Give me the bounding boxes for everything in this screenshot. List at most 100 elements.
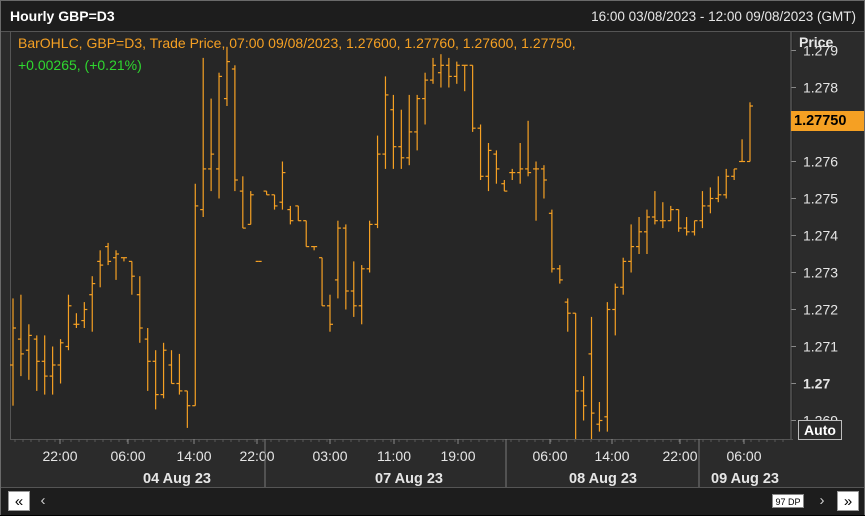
ohlc-bar <box>683 217 690 236</box>
ohlc-bar <box>287 205 294 225</box>
ohlc-bar <box>303 220 310 248</box>
price-chart[interactable]: 1.2791.2781.2771.2761.2751.2741.2731.272… <box>1 1 865 516</box>
ohlc-bar <box>715 176 722 203</box>
x-time-label: 03:00 <box>312 448 347 464</box>
ohlc-bar <box>271 194 278 210</box>
chart-window: Hourly GBP=D3 16:00 03/08/2023 - 12:00 0… <box>0 0 865 515</box>
ohlc-bar <box>231 65 238 192</box>
ohlc-bar <box>477 124 484 180</box>
ohlc-bar <box>675 209 682 232</box>
ohlc-bar <box>643 209 650 254</box>
ohlc-bar <box>731 168 738 180</box>
ohlc-bar <box>453 61 460 84</box>
legend-change: +0.00265, (+0.21%) <box>18 57 142 73</box>
x-date-label: 09 Aug 23 <box>711 471 779 487</box>
ohlc-bars <box>10 46 753 439</box>
right-chevron-icon[interactable]: › <box>811 491 833 511</box>
y-tick-label: 1.276 <box>803 154 838 170</box>
y-tick-label: 1.27 <box>803 376 830 392</box>
ohlc-bar <box>319 257 326 307</box>
ohlc-bar <box>517 143 524 184</box>
ohlc-bar <box>49 346 56 395</box>
ohlc-bar <box>398 109 405 169</box>
ohlc-bar <box>295 205 302 222</box>
ohlc-bar <box>485 143 492 192</box>
ohlc-bar <box>533 161 540 221</box>
ohlc-bar <box>358 265 365 325</box>
ohlc-bar <box>501 180 508 192</box>
x-time-label: 06:00 <box>532 448 567 464</box>
ohlc-bar <box>263 190 270 196</box>
x-time-label: 22:00 <box>239 448 274 464</box>
ohlc-bar <box>81 302 88 328</box>
ohlc-bar <box>223 46 230 106</box>
ohlc-bar <box>564 298 571 332</box>
ohlc-bar <box>604 302 611 432</box>
price-axis-title: Price <box>799 34 834 50</box>
x-date-label: 08 Aug 23 <box>569 471 637 487</box>
ohlc-bar <box>422 72 429 125</box>
x-time-label: 19:00 <box>440 448 475 464</box>
ohlc-bar <box>41 335 48 395</box>
ohlc-bar <box>414 94 421 151</box>
ohlc-bar <box>628 224 635 273</box>
ohlc-bar <box>342 224 349 310</box>
ohlc-bar <box>651 191 658 225</box>
ohlc-bar <box>279 161 286 210</box>
ohlc-bar <box>374 135 381 229</box>
ohlc-bar <box>97 250 104 288</box>
price-axis: 1.2791.2781.2771.2761.2751.2741.2731.272… <box>790 32 838 439</box>
ohlc-bar <box>160 342 167 399</box>
ohlc-bar <box>636 217 643 254</box>
ohlc-bar <box>73 313 80 328</box>
ohlc-bar <box>469 64 476 132</box>
ohlc-bar <box>437 54 444 88</box>
ohlc-bar <box>152 350 159 410</box>
auto-scale-button[interactable]: Auto <box>798 420 842 440</box>
x-time-label: 22:00 <box>662 448 697 464</box>
ohlc-bar <box>136 276 143 343</box>
y-tick-label: 1.272 <box>803 302 838 318</box>
ohlc-bar <box>509 168 516 180</box>
last-price-tag: 1.27750 <box>791 111 864 131</box>
ohlc-bar <box>747 102 753 163</box>
x-time-label: 14:00 <box>176 448 211 464</box>
ohlc-bar <box>334 220 341 299</box>
ohlc-bar <box>311 246 318 251</box>
ohlc-bar <box>89 276 96 332</box>
double-right-chevron-icon[interactable]: » <box>837 491 859 511</box>
left-chevron-icon[interactable]: ‹ <box>32 491 54 511</box>
ohlc-bar <box>247 191 254 225</box>
ohlc-bar <box>10 298 16 406</box>
ohlc-bar <box>430 57 437 84</box>
ohlc-bar <box>382 76 389 169</box>
ohlc-bar <box>580 376 587 421</box>
double-left-chevron-icon[interactable]: « <box>8 491 30 511</box>
x-date-label: 07 Aug 23 <box>375 471 443 487</box>
ohlc-bar <box>525 120 532 177</box>
x-time-label: 06:00 <box>726 448 761 464</box>
ohlc-bar <box>659 202 666 229</box>
ohlc-bar <box>33 335 40 391</box>
navigation-bar: « ‹ 97 DP › » <box>1 487 864 515</box>
ohlc-bar <box>461 64 468 92</box>
ohlc-bar <box>128 260 135 295</box>
ohlc-bar <box>216 72 223 199</box>
ohlc-bar <box>699 191 706 229</box>
ohlc-bar <box>366 220 373 273</box>
ohlc-bar <box>691 220 698 236</box>
y-tick-label: 1.274 <box>803 228 838 244</box>
ohlc-bar <box>739 139 746 163</box>
data-points-badge: 97 DP <box>772 494 804 508</box>
ohlc-bar <box>105 242 112 266</box>
ohlc-bar <box>17 294 24 377</box>
ohlc-bar <box>168 350 175 385</box>
ohlc-bar <box>572 312 579 439</box>
ohlc-bar <box>57 339 64 384</box>
ohlc-bar <box>596 402 603 432</box>
x-time-label: 06:00 <box>110 448 145 464</box>
ohlc-bar <box>239 176 246 229</box>
ohlc-bar <box>144 328 151 391</box>
legend-series-info: BarOHLC, GBP=D3, Trade Price, 07:00 09/0… <box>18 35 576 51</box>
ohlc-bar <box>723 168 730 199</box>
